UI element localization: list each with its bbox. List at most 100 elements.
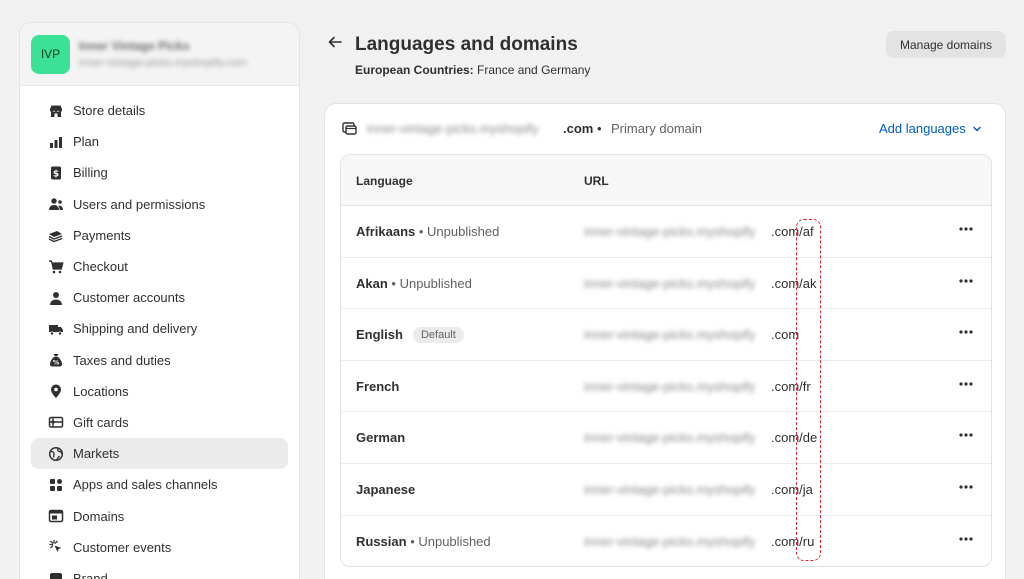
sidebar-item-label: Checkout (73, 259, 128, 275)
sidebar-item-label: Payments (73, 227, 131, 243)
language-cell: Afrikaans • Unpublished (356, 224, 499, 239)
sidebar-item-taxes-and-duties[interactable]: % Taxes and duties (31, 345, 288, 376)
url-base-blurred: inner-vintage-picks.myshopify (584, 533, 756, 549)
sidebar-item-plan[interactable]: Plan (31, 126, 288, 157)
table-row[interactable]: English Default inner-vintage-picks.myshop… (341, 309, 991, 361)
sidebar-item-store-details[interactable]: Store details (31, 95, 288, 126)
gift-card-icon (48, 414, 64, 430)
sidebar-item-label: Store details (73, 103, 146, 119)
sidebar-item-billing[interactable]: $ Billing (31, 157, 288, 188)
sidebar-item-label: Markets (73, 446, 120, 462)
column-header-url: URL (584, 174, 609, 188)
tax-bag-icon: % (48, 352, 64, 368)
language-name: Japanese (356, 481, 416, 497)
cart-icon (48, 259, 64, 275)
table-row[interactable]: Russian • Unpublished inner-vintage-picks… (341, 516, 991, 566)
sidebar-item-locations[interactable]: Locations (31, 376, 288, 407)
language-status: • Unpublished (406, 533, 491, 549)
truck-icon (48, 321, 64, 337)
table-row[interactable]: Akan • Unpublished inner-vintage-picks.my… (341, 258, 991, 310)
url-base-blurred: inner-vintage-picks.myshopify (584, 430, 756, 446)
language-name: French (356, 378, 400, 394)
sidebar-item-apps-and-sales-channels[interactable]: Apps and sales channels (31, 469, 288, 500)
sidebar-item-brand[interactable]: Brand (31, 563, 288, 579)
languages-table: Language URL Afrikaans • Unpublished inne… (340, 154, 992, 567)
sidebar-item-domains[interactable]: Domains (31, 500, 288, 531)
language-name: English (356, 327, 403, 343)
sidebar-item-customer-events[interactable]: Customer events (31, 532, 288, 563)
url-base-blurred: inner-vintage-picks.myshopify (584, 378, 756, 394)
language-status: • Unpublished (387, 275, 472, 291)
billing-icon: $ (48, 165, 64, 181)
sidebar-item-label: Shipping and delivery (73, 321, 198, 337)
url-base-blurred: inner-vintage-picks.myshopify (584, 481, 756, 497)
add-languages-button[interactable]: Add languages (879, 121, 982, 136)
table-header: Language URL (341, 155, 991, 206)
language-status: • Unpublished (415, 224, 500, 239)
language-name: Akan (356, 275, 388, 291)
url-base-blurred: inner-vintage-picks.myshopify (584, 275, 756, 291)
payments-icon (48, 227, 64, 243)
domain-icon (48, 508, 64, 524)
svg-text:%: % (53, 359, 60, 367)
store-header[interactable]: IVP Inner Vintage Picks inner-vintage-pi… (20, 23, 299, 86)
sidebar-item-checkout[interactable]: Checkout (31, 251, 288, 282)
language-name: German (356, 430, 406, 446)
table-row[interactable]: Afrikaans • Unpublished inner-vintage-pic… (341, 206, 991, 258)
more-actions-icon[interactable] (957, 272, 975, 290)
back-arrow-icon[interactable] (327, 34, 343, 55)
more-actions-icon[interactable] (957, 426, 975, 444)
language-cell: French (356, 379, 399, 394)
url-suffix: .com (771, 327, 800, 343)
more-actions-icon[interactable] (957, 375, 975, 393)
sidebar-item-label: Plan (73, 134, 100, 150)
sidebar-item-gift-cards[interactable]: Gift cards (31, 407, 288, 438)
svg-text:$: $ (53, 169, 59, 179)
language-name: Russian (356, 533, 407, 549)
more-actions-icon[interactable] (957, 220, 975, 238)
table-row[interactable]: French inner-vintage-picks.myshopify .com/… (341, 361, 991, 413)
market-subtitle: European Countries: France and Germany (355, 63, 590, 77)
plan-icon (48, 134, 64, 150)
more-actions-icon[interactable] (957, 530, 975, 548)
language-cell: Japanese (356, 482, 415, 497)
sidebar-item-label: Billing (73, 165, 108, 181)
sidebar-item-label: Locations (73, 383, 129, 399)
sidebar-item-label: Apps and sales channels (73, 477, 218, 493)
card-header: inner-vintage-picks.myshopify .com • Pri… (325, 104, 1005, 154)
primary-domain-label: Primary domain (611, 121, 703, 136)
language-cell: Akan • Unpublished (356, 276, 472, 291)
brand-icon (48, 570, 64, 579)
store-url: inner-vintage-picks.myshopify.com (79, 57, 247, 69)
chevron-down-icon (972, 124, 982, 134)
market-countries: France and Germany (477, 63, 591, 77)
sidebar-item-label: Brand (73, 570, 108, 579)
more-actions-icon[interactable] (957, 478, 975, 496)
domain-tld: .com (563, 121, 594, 136)
sidebar-item-users-and-permissions[interactable]: Users and permissions (31, 189, 288, 220)
sidebar-item-label: Taxes and duties (73, 352, 171, 368)
sidebar-item-shipping-and-delivery[interactable]: Shipping and delivery (31, 313, 288, 344)
url-suffix-highlight (796, 219, 821, 561)
apps-icon (48, 477, 64, 493)
separator-dot: • (597, 121, 602, 136)
table-body: Afrikaans • Unpublished inner-vintage-pic… (341, 206, 991, 566)
sidebar-item-markets[interactable]: Markets (31, 438, 288, 470)
column-header-language: Language (356, 174, 413, 188)
language-cell: German (356, 430, 405, 445)
manage-domains-button[interactable]: Manage domains (886, 31, 1006, 58)
language-cell: Russian • Unpublished (356, 534, 491, 549)
table-row[interactable]: German inner-vintage-picks.myshopify .com/… (341, 412, 991, 464)
url-base-blurred: inner-vintage-picks.myshopify (584, 224, 756, 239)
sidebar-item-label: Domains (73, 508, 125, 524)
more-actions-icon[interactable] (957, 323, 975, 341)
default-badge: Default (412, 327, 464, 344)
table-row[interactable]: Japanese inner-vintage-picks.myshopify .co… (341, 464, 991, 516)
sidebar-item-customer-accounts[interactable]: Customer accounts (31, 282, 288, 313)
sidebar-item-label: Customer events (73, 539, 172, 555)
domain-name-blurred: inner-vintage-picks.myshopify (367, 121, 539, 136)
sidebar-item-payments[interactable]: Payments (31, 220, 288, 251)
url-base-blurred: inner-vintage-picks.myshopify (584, 327, 756, 343)
language-cell: English Default (356, 327, 464, 344)
cursor-click-icon (48, 539, 64, 555)
